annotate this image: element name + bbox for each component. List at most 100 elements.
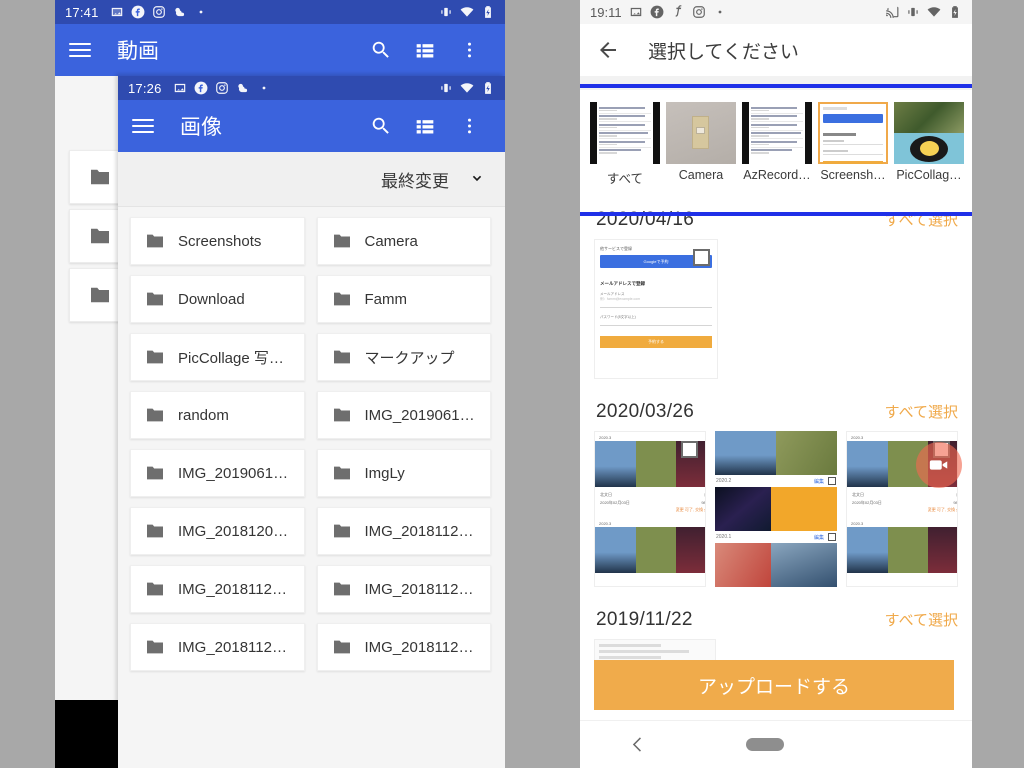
list-item[interactable]: IMG_2018112… [316,565,491,613]
overflow-menu-icon[interactable] [447,116,491,136]
folder-icon [332,233,352,249]
list-item[interactable]: IMG_2018112… [316,507,491,555]
select-all-button[interactable]: すべて選択 [885,609,958,630]
image-app-screenshot: 17:26 画像 最終変更 Screenshots Camera Downloa… [118,76,505,768]
list-view-icon[interactable] [403,40,447,60]
photo-thumbnail[interactable]: 2020.3 北文日 合か 2020年02月03日 980円 変更 可了, 交換 y… [594,431,706,587]
battery-icon [481,5,495,19]
photo-column: 2020.2 編集 2020.1 編集 [715,431,837,587]
album-item-camera[interactable]: Camera [666,102,736,187]
album-item-azrecorder[interactable]: AzRecord… [742,102,812,187]
photo-thumbnail[interactable]: 他サービスで登録 Googleで予約 メールアドレスで登録 メールアドレス 例：… [594,239,718,379]
folder-icon [89,227,111,245]
select-all-button[interactable]: すべて選択 [885,401,958,422]
photo-icon [629,5,643,19]
image-app-title: 画像 [180,116,222,139]
list-item[interactable]: random [130,391,305,439]
photo-icon [173,81,187,95]
photo-thumbnail[interactable]: 2020.2 編集 2020.1 編集 [715,431,837,587]
search-icon[interactable] [359,115,403,137]
album-label: Screensh… [820,168,886,182]
folder-name: IMG_2019061… [178,464,289,482]
meta-right: 980円 [953,499,958,505]
photo-select-checkbox[interactable] [681,441,698,458]
list-item[interactable]: IMG_2019061… [316,391,491,439]
meta-right: 合か [704,491,705,499]
list-item[interactable]: Download [130,275,305,323]
facebook-icon [650,5,664,19]
meta-left: 2020年02月03日 [852,499,882,505]
list-item[interactable]: IMG_2018120… [130,507,305,555]
page-title: 選択してください [648,41,799,63]
album-item-piccollage[interactable]: PicCollag… [894,102,964,187]
folder-icon [332,407,352,423]
list-item[interactable]: マークアップ [316,333,491,381]
list-item[interactable]: Famm [316,275,491,323]
folder-icon [145,581,165,597]
instagram-icon [215,81,229,95]
list-item[interactable]: PicCollage 写… [130,333,305,381]
folder-grid: Screenshots Camera Download Famm PicColl… [118,207,505,681]
collage-images-3 [715,543,837,587]
wifi-icon [927,5,941,19]
upload-button[interactable]: アップロードする [594,660,954,710]
edit-link[interactable]: 編集 [814,534,824,541]
date-label: 2020/04/16 [596,209,695,230]
select-all-button[interactable]: すべて選択 [885,209,958,230]
video-app-title: 動画 [117,40,159,63]
status-time: 17:26 [128,80,162,96]
folder-name: Famm [364,290,408,308]
cast-icon [885,5,899,19]
folder-name: random [178,406,229,424]
status-time: 17:41 [65,4,99,20]
sort-control[interactable]: 最終変更 [118,152,505,207]
list-item[interactable]: ImgLy [316,449,491,497]
date-label: 2020/03/26 [596,401,695,422]
vibrate-icon [439,5,453,19]
menu-icon[interactable] [69,39,91,61]
search-icon[interactable] [359,39,403,61]
album-item-screenshots[interactable]: Screensh… [818,102,888,187]
collage-metadata: 北文日 合か 2020年02月03日 980円 変更 可了, 交換 year [847,487,958,518]
nav-home-pill[interactable] [745,738,784,751]
photo-meta-row: 2020.1 編集 [715,531,837,543]
photo-select-checkbox[interactable] [828,477,836,485]
album-label: PicCollag… [896,168,962,182]
folder-icon [89,168,111,186]
album-strip: すべて Camera AzRecord… Screensh… PicCollag… [580,90,972,193]
right-screenshot-panel: 19:11 選択してください すべて Camera AzRecord… Scre… [580,0,972,768]
folder-icon [145,407,165,423]
list-item[interactable]: Camera [316,217,491,265]
collage-month-label: 2020.3 [599,435,612,440]
album-strip-wrap: すべて Camera AzRecord… Screensh… PicCollag… [580,90,972,193]
photo-select-checkbox[interactable] [693,249,710,266]
video-app-toolbar: 動画 [55,24,505,76]
list-item[interactable]: Screenshots [130,217,305,265]
collage-month-label: 2020.3 [851,435,864,440]
folder-name: IMG_2018112… [364,580,474,598]
list-view-icon[interactable] [403,116,447,136]
date-label: 2019/11/22 [596,609,693,630]
month-label: 2020.2 [716,478,732,484]
sort-label: 最終変更 [381,171,449,191]
album-item-all[interactable]: すべて [590,102,660,187]
vibrate-icon [906,5,920,19]
chevron-down-icon[interactable] [467,169,487,189]
overflow-menu-icon[interactable] [447,40,491,60]
menu-icon[interactable] [132,115,154,137]
list-item[interactable]: IMG_2018112… [130,565,305,613]
list-item[interactable]: IMG_2018112… [316,623,491,671]
edit-link[interactable]: 編集 [814,478,824,485]
photo-select-checkbox[interactable] [828,533,836,541]
picker-status-bar: 19:11 [580,0,972,24]
list-item[interactable]: IMG_2019061… [130,449,305,497]
back-arrow-icon[interactable] [596,38,620,62]
collage-month-label-2: 2020.3 [851,520,864,526]
weather-icon [236,81,250,95]
folder-icon [145,291,165,307]
collage-images-2 [595,526,705,573]
nav-back-icon[interactable] [630,736,647,753]
screenshot-root: 17:41 動画 17:26 画像 最終変更 Screenshots Camer… [0,0,1024,768]
camera-fab-icon[interactable] [916,442,962,488]
list-item[interactable]: IMG_2018112… [130,623,305,671]
